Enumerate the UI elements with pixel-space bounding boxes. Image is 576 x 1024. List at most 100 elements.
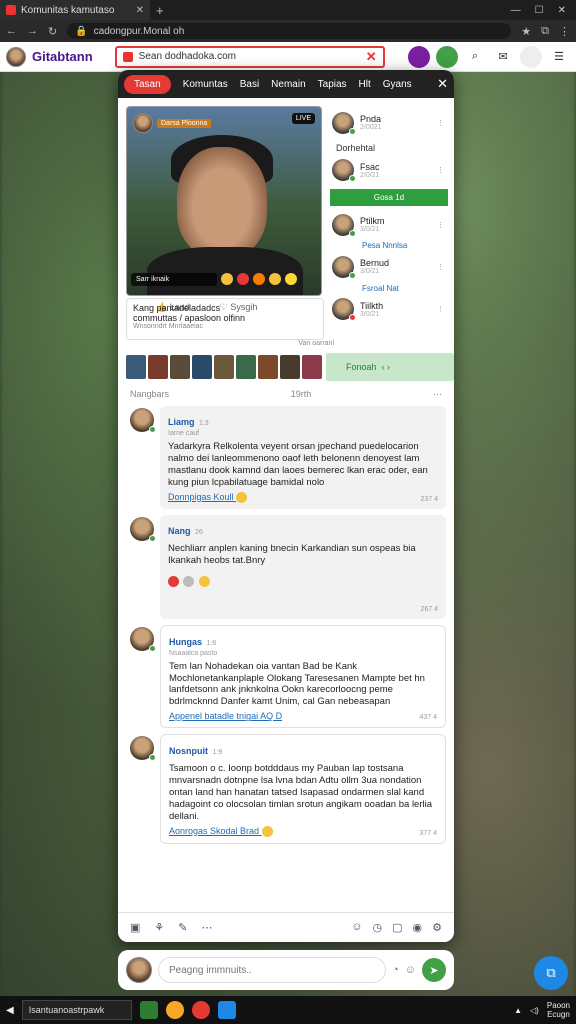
reaction-icon[interactable]: [221, 273, 233, 285]
more-icon[interactable]: ⋯: [202, 921, 213, 934]
address-bar[interactable]: 🔒 cadongpur.Monal oh: [67, 23, 512, 39]
thumbnail[interactable]: [214, 355, 234, 379]
emoji-picker-icon[interactable]: ☺: [351, 921, 362, 934]
menu-dots-icon[interactable]: ⋮: [559, 25, 570, 38]
friend-avatar-icon[interactable]: [436, 45, 458, 68]
network-icon[interactable]: ▲: [514, 1006, 522, 1015]
forward-icon[interactable]: →: [27, 25, 38, 37]
list-link[interactable]: Fsroal Nat: [330, 284, 448, 293]
comment-author[interactable]: Nang: [168, 526, 191, 536]
thumbnail[interactable]: [148, 355, 168, 379]
more-icon[interactable]: ⋮: [437, 119, 448, 127]
floating-action-button[interactable]: ⧉: [534, 956, 568, 990]
thumbnail[interactable]: [126, 355, 146, 379]
settings-icon[interactable]: ⚙: [432, 921, 442, 934]
comment-input[interactable]: [158, 957, 387, 983]
comment-link[interactable]: Aonrogas Skodal Brad: [169, 826, 437, 837]
thumbnail[interactable]: [236, 355, 256, 379]
video-player[interactable]: Darsa Ploonna LIVE Sarr iknaik: [126, 106, 322, 296]
comment: Hungas 1:8 Nsaaalca pasto Tem lan Nohade…: [118, 619, 454, 729]
green-pill-button[interactable]: Fonoah ‹ ›: [326, 353, 454, 381]
comment-author[interactable]: Liamg: [168, 417, 195, 427]
camera-icon[interactable]: ◉: [413, 921, 423, 934]
send-button[interactable]: ➤: [422, 958, 446, 982]
more-options-icon[interactable]: ⋯: [433, 389, 442, 400]
chat-icon[interactable]: ✉: [492, 46, 514, 68]
browser-icon[interactable]: [191, 1001, 210, 1019]
start-icon[interactable]: ◀: [6, 1005, 14, 1016]
more-icon[interactable]: ⋮: [437, 221, 448, 229]
green-action-button[interactable]: Gosa 1d: [330, 188, 448, 206]
browser-tab[interactable]: Komunitas kamutaso ✕: [0, 0, 150, 20]
thumbnail[interactable]: [192, 355, 212, 379]
tab-category-6[interactable]: Gyans: [383, 79, 412, 90]
tab-category-5[interactable]: Hlt: [359, 79, 371, 90]
reaction-icon[interactable]: [198, 575, 210, 587]
back-icon[interactable]: ←: [6, 25, 17, 37]
extensions-icon[interactable]: ⧉: [541, 25, 549, 38]
close-modal-icon[interactable]: ✕: [437, 76, 448, 92]
comment-author[interactable]: Hungas: [169, 637, 202, 647]
thumbnail[interactable]: [170, 355, 190, 379]
menu-icon[interactable]: ☰: [548, 46, 570, 68]
search-box[interactable]: ✕: [114, 45, 385, 68]
taskbar-search[interactable]: Isantuanoastrpawk: [21, 1000, 132, 1020]
more-icon[interactable]: ⋮: [437, 263, 448, 271]
gallery-icon[interactable]: ▣: [130, 921, 140, 934]
minimize-icon[interactable]: —: [511, 5, 521, 16]
thumbnail[interactable]: [280, 355, 300, 379]
search-icon[interactable]: ⌕: [464, 46, 486, 68]
user-avatar[interactable]: [6, 46, 26, 67]
reaction-icon[interactable]: [253, 273, 265, 285]
tab-category-3[interactable]: Nemain: [271, 79, 305, 90]
tab-category-0[interactable]: Tasan: [124, 74, 171, 94]
app-icon[interactable]: [217, 1001, 236, 1019]
comment-link[interactable]: Donnpigas Koull: [168, 492, 438, 503]
thumbnail[interactable]: [258, 355, 278, 379]
reload-icon[interactable]: ↻: [48, 25, 57, 38]
list-link[interactable]: Pesa Nnnlsa: [330, 241, 448, 250]
avatar[interactable]: [130, 626, 156, 652]
thumbnail[interactable]: [302, 355, 322, 379]
image-icon[interactable]: ▢: [392, 921, 402, 934]
tab-category-2[interactable]: Basi: [240, 79, 259, 90]
window-close-icon[interactable]: ✕: [558, 5, 566, 16]
reaction-icon[interactable]: [168, 575, 179, 587]
reaction-icon[interactable]: [237, 273, 249, 285]
bookmark-star-icon[interactable]: ★: [521, 25, 531, 38]
clear-search-icon[interactable]: ✕: [366, 49, 377, 65]
volume-icon[interactable]: ◁): [530, 1006, 539, 1015]
tab-close-icon[interactable]: ✕: [136, 5, 144, 16]
gift-icon[interactable]: ⚘: [154, 921, 164, 934]
tab-category-4[interactable]: Tapias: [318, 79, 347, 90]
new-tab-icon[interactable]: +: [156, 3, 164, 18]
more-icon[interactable]: ⋮: [437, 166, 448, 174]
list-item[interactable]: Bernud 3/0/21 ⋮: [330, 250, 448, 283]
reaction-icon[interactable]: [285, 273, 297, 285]
comment-author[interactable]: Nosnpuit: [169, 746, 208, 756]
more-icon[interactable]: ⋮: [437, 305, 448, 313]
search-input[interactable]: [138, 51, 360, 62]
chrome-icon[interactable]: [165, 1001, 184, 1019]
list-item[interactable]: Pnda 2/0021 ⋮: [330, 106, 448, 139]
maximize-icon[interactable]: ☐: [535, 5, 544, 16]
list-item[interactable]: Ptilkm 3/0/21 ⋮: [330, 208, 448, 241]
avatar[interactable]: [130, 736, 156, 762]
avatar[interactable]: [130, 408, 156, 433]
account-icon[interactable]: [520, 45, 542, 68]
emoji-icon[interactable]: ☺: [405, 964, 416, 976]
profile-icon[interactable]: [408, 45, 430, 68]
share-button[interactable]: ♡ Sysgih: [220, 302, 258, 313]
comment-link[interactable]: Appenel batadle tnigai AQ D: [169, 711, 437, 721]
list-item[interactable]: Tiilkth 3/0/21 ⋮: [330, 293, 448, 326]
app-icon[interactable]: [139, 1001, 158, 1019]
clock-icon[interactable]: ◷: [373, 921, 383, 934]
reaction-icon[interactable]: [269, 273, 281, 285]
tab-category-1[interactable]: Komuntas: [183, 79, 228, 90]
attach-icon[interactable]: ◔: [392, 964, 399, 976]
sticker-icon[interactable]: ✎: [178, 921, 187, 934]
avatar[interactable]: [130, 516, 156, 542]
list-item[interactable]: Fsac 2/0/21 ⋮: [330, 153, 448, 186]
reaction-icon[interactable]: [183, 575, 195, 587]
brand-logo[interactable]: Gitabtann: [32, 49, 93, 64]
